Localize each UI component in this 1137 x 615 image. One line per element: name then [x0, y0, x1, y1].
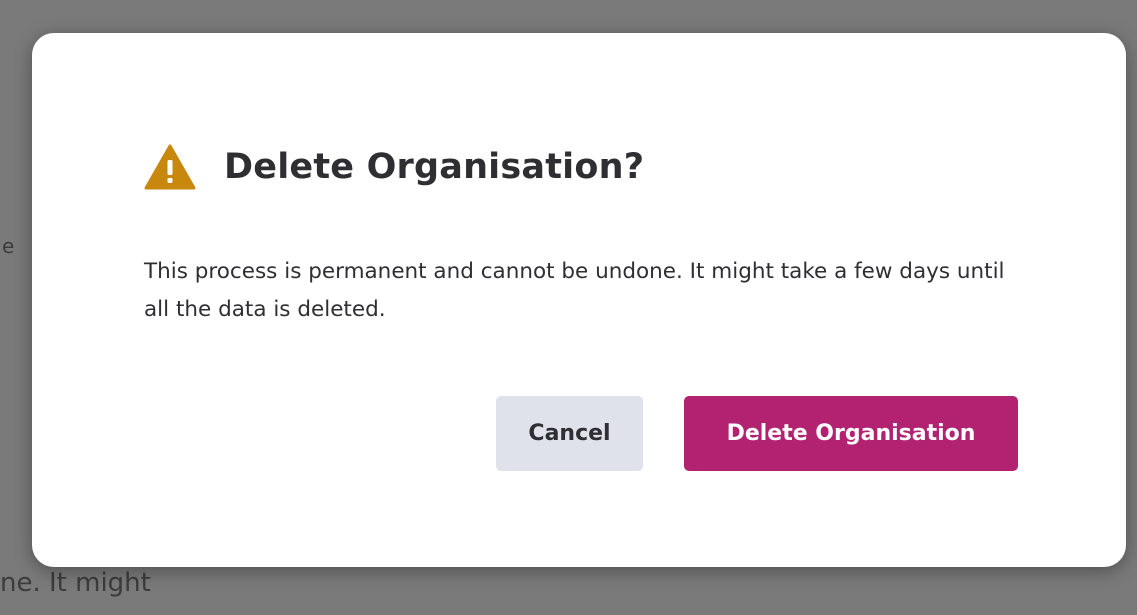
delete-organisation-dialog: Delete Organisation? This process is per… — [32, 33, 1126, 567]
delete-organisation-button[interactable]: Delete Organisation — [684, 396, 1018, 471]
background-text-fragment: ne. It might — [0, 568, 151, 598]
background-text-fragment: e — [2, 234, 15, 258]
cancel-button[interactable]: Cancel — [496, 396, 643, 471]
dialog-header: Delete Organisation? — [144, 143, 644, 191]
dialog-message: This process is permanent and cannot be … — [144, 259, 1005, 322]
dialog-title: Delete Organisation? — [224, 147, 645, 187]
warning-triangle-icon — [144, 143, 196, 191]
